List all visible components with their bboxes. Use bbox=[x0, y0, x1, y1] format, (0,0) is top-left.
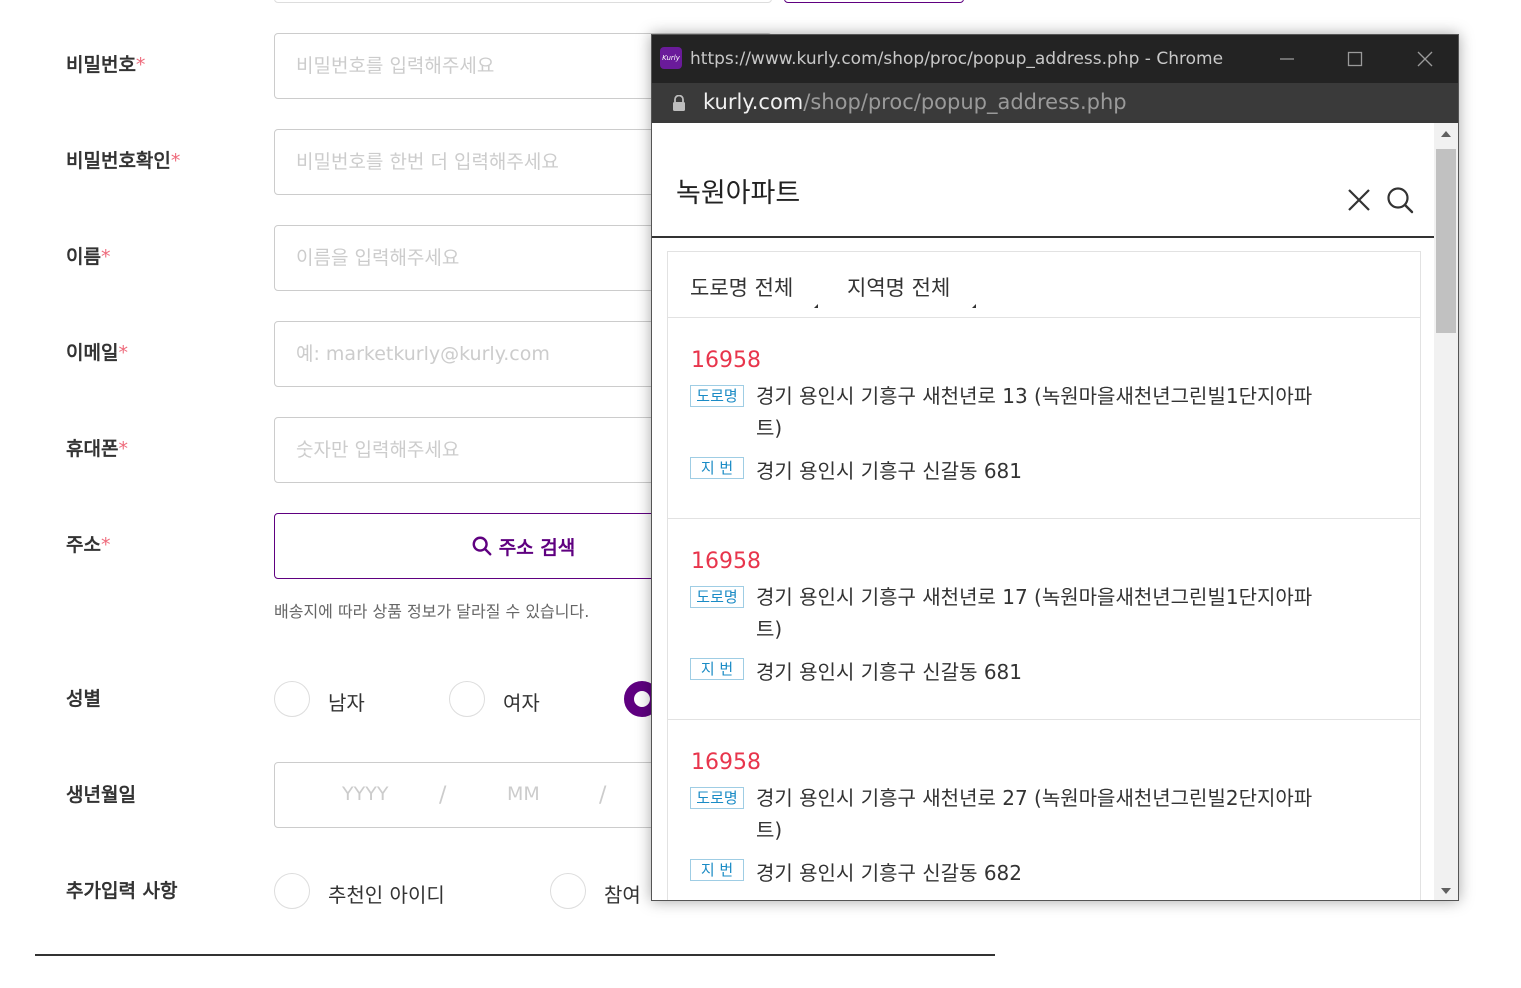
filter-bar: 도로명 전체 지역명 전체 bbox=[668, 252, 1420, 318]
birth-separator: / bbox=[439, 783, 447, 808]
popup-content: 도로명 전체 지역명 전체 16958 도로명 경기 용인시 기흥구 새천년로 … bbox=[652, 123, 1434, 900]
road-badge: 도로명 bbox=[690, 787, 744, 809]
birth-year-input[interactable]: YYYY bbox=[342, 783, 388, 805]
form-divider bbox=[35, 954, 995, 956]
road-filter-caret-icon bbox=[814, 304, 818, 308]
search-icon bbox=[472, 536, 492, 556]
address-results-panel: 도로명 전체 지역명 전체 16958 도로명 경기 용인시 기흥구 새천년로 … bbox=[667, 251, 1421, 900]
road-address: 경기 용인시 기흥구 새천년로 13 (녹원마을새천년그린빌1단지아파 트) bbox=[756, 384, 1313, 440]
road-badge: 도로명 bbox=[690, 385, 744, 407]
phone-label: 휴대폰* bbox=[66, 438, 128, 460]
zip-code: 16958 bbox=[691, 348, 761, 373]
birth-separator: / bbox=[599, 783, 607, 808]
clear-icon[interactable] bbox=[1346, 187, 1372, 213]
road-address: 경기 용인시 기흥구 새천년로 27 (녹원마을새천년그린빌2단지아파 트) bbox=[756, 786, 1313, 842]
scroll-down-icon[interactable] bbox=[1434, 880, 1458, 900]
duplicate-check-button[interactable] bbox=[784, 0, 964, 3]
lot-address: 경기 용인시 기흥구 신갈동 682 bbox=[756, 861, 1023, 885]
lot-badge: 지 번 bbox=[690, 457, 744, 479]
kurly-favicon: Kurly bbox=[660, 47, 682, 69]
url-text[interactable]: kurly.com/shop/proc/popup_address.php bbox=[703, 90, 1127, 114]
birth-month-input[interactable]: MM bbox=[507, 783, 540, 805]
gender-female-label: 여자 bbox=[503, 691, 540, 715]
region-name-filter[interactable]: 지역명 전체 bbox=[847, 272, 950, 302]
password-confirm-label: 비밀번호확인* bbox=[66, 150, 181, 172]
lot-badge: 지 번 bbox=[690, 859, 744, 881]
minimize-icon[interactable] bbox=[1264, 43, 1310, 75]
road-address: 경기 용인시 기흥구 새천년로 17 (녹원마을새천년그린빌1단지아파 트) bbox=[756, 585, 1313, 641]
popup-scrollbar[interactable] bbox=[1434, 123, 1458, 900]
maximize-icon[interactable] bbox=[1332, 43, 1378, 75]
gender-male-radio[interactable] bbox=[274, 681, 310, 717]
email-label: 이메일* bbox=[66, 342, 128, 364]
scroll-thumb[interactable] bbox=[1436, 149, 1456, 333]
popup-titlebar[interactable]: Kurly https://www.kurly.com/shop/proc/po… bbox=[652, 35, 1458, 83]
address-result-item[interactable]: 16958 도로명 경기 용인시 기흥구 새천년로 17 (녹원마을새천년그린빌… bbox=[668, 519, 1420, 720]
url-path: /shop/proc/popup_address.php bbox=[803, 90, 1127, 114]
address-result-item[interactable]: 16958 도로명 경기 용인시 기흥구 새천년로 27 (녹원마을새천년그린빌… bbox=[668, 720, 1420, 900]
extra-event-radio[interactable] bbox=[550, 873, 586, 909]
zip-code: 16958 bbox=[691, 750, 761, 775]
search-underline bbox=[652, 236, 1434, 238]
extra-referrer-label: 추천인 아이디 bbox=[328, 883, 445, 907]
address-result-item[interactable]: 16958 도로명 경기 용인시 기흥구 새천년로 13 (녹원마을새천년그린빌… bbox=[668, 318, 1420, 519]
search-icon[interactable] bbox=[1386, 186, 1414, 214]
address-label: 주소* bbox=[66, 534, 111, 556]
address-popup-window[interactable]: Kurly https://www.kurly.com/shop/proc/po… bbox=[651, 34, 1459, 901]
scroll-up-icon[interactable] bbox=[1434, 123, 1458, 145]
close-icon[interactable] bbox=[1402, 43, 1448, 75]
name-label: 이름* bbox=[66, 246, 111, 268]
gender-label: 성별 bbox=[66, 688, 101, 710]
extra-info-label: 추가입력 사항 bbox=[66, 880, 178, 902]
road-name-filter[interactable]: 도로명 전체 bbox=[690, 272, 793, 302]
extra-referrer-radio[interactable] bbox=[274, 873, 310, 909]
road-badge: 도로명 bbox=[690, 586, 744, 608]
zip-code: 16958 bbox=[691, 549, 761, 574]
extra-event-label: 참여 bbox=[604, 883, 641, 907]
lot-address: 경기 용인시 기흥구 신갈동 681 bbox=[756, 459, 1023, 483]
lot-address: 경기 용인시 기흥구 신갈동 681 bbox=[756, 660, 1023, 684]
window-title: https://www.kurly.com/shop/proc/popup_ad… bbox=[690, 49, 1224, 69]
lock-icon bbox=[673, 95, 685, 111]
url-host: kurly.com bbox=[703, 90, 804, 114]
gender-male-label: 남자 bbox=[328, 691, 365, 715]
password-label: 비밀번호* bbox=[66, 54, 146, 76]
region-filter-caret-icon bbox=[972, 304, 976, 308]
address-note: 배송지에 따라 상품 정보가 달라질 수 있습니다. bbox=[274, 602, 590, 621]
address-search-label: 주소 검색 bbox=[498, 536, 576, 559]
lot-badge: 지 번 bbox=[690, 658, 744, 680]
address-search-input[interactable] bbox=[676, 169, 1326, 211]
gender-female-radio[interactable] bbox=[449, 681, 485, 717]
previous-field-input[interactable] bbox=[274, 0, 772, 3]
address-bar[interactable]: kurly.com/shop/proc/popup_address.php bbox=[652, 83, 1458, 123]
birth-label: 생년월일 bbox=[66, 784, 136, 806]
